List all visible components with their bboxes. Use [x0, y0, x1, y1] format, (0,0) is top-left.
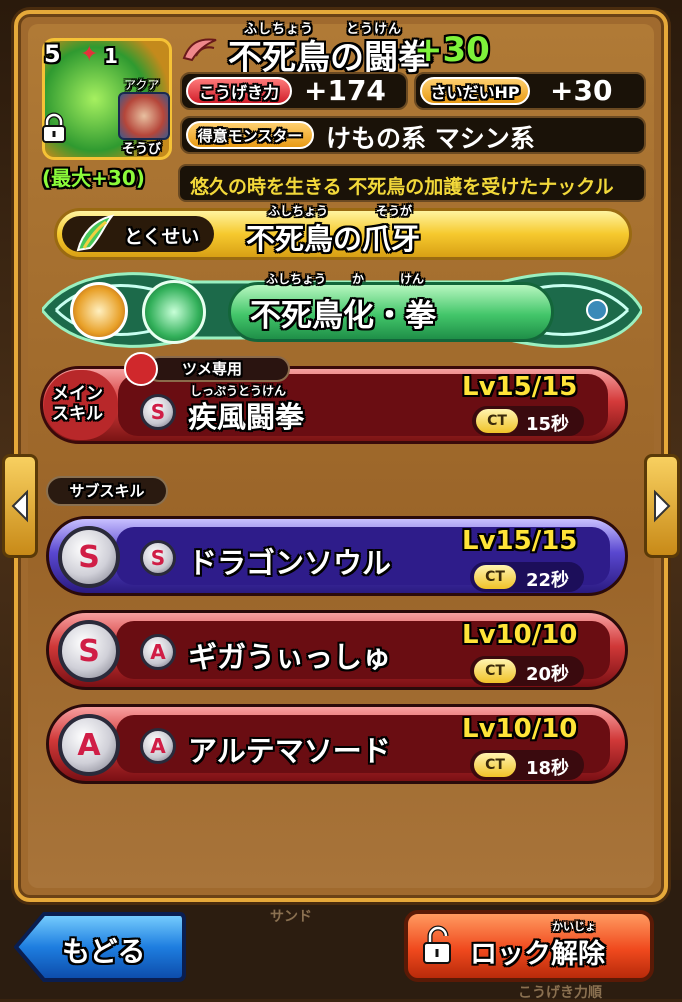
- transform-ruby-3: けん: [400, 272, 425, 286]
- equipped-monster-avatar: [118, 92, 170, 140]
- attack-label: こうげき力: [186, 77, 292, 105]
- sub-skill-level: Lv15/15: [462, 526, 578, 556]
- sub-skill-slot-badge: S: [58, 526, 120, 588]
- sub-skill-ct-value: 22秒: [526, 570, 570, 591]
- hp-label: さいだいHP: [420, 77, 530, 105]
- claw-icon: [182, 38, 217, 62]
- back-button-label: もどる: [62, 935, 146, 968]
- sub-skill-ct-value: 20秒: [526, 664, 570, 685]
- unlock-icon: [423, 925, 451, 964]
- sub-skill-name: ギガうぃっしゅ: [188, 640, 392, 674]
- main-skill-name: 疾風闘拳: [188, 400, 305, 434]
- sub-skill-ct-value: 18秒: [526, 758, 570, 779]
- claw-only-label: ツメ専用: [182, 360, 243, 378]
- trait-name: 不死鳥の爪牙: [246, 222, 421, 256]
- main-skill-ct-value: 15秒: [526, 414, 570, 435]
- item-stars: 1: [104, 44, 118, 68]
- phoenix-emblem-icon: [142, 280, 206, 344]
- lock-icon: [42, 112, 66, 143]
- sub-skill-ct-label: CT: [474, 565, 516, 589]
- transform-ruby-1: ふしちょう: [266, 272, 327, 286]
- transform-name: 不死鳥化・拳: [250, 298, 436, 334]
- equip-label: そうび: [122, 142, 162, 157]
- sub-skill-ct-label: CT: [474, 753, 516, 777]
- monster-label: 得意モンスター: [186, 121, 314, 149]
- item-plus: +30: [414, 30, 490, 70]
- feather-icon: [76, 214, 115, 252]
- sub-skill-slot-badge: A: [58, 714, 120, 776]
- sub-skills-label: サブスキル: [46, 476, 168, 506]
- unlock-button-label: ロック解除: [470, 939, 605, 970]
- sub-skill-level: Lv10/10: [462, 714, 578, 744]
- claw-tag-icon: [124, 352, 158, 386]
- transform-ruby-2: か: [352, 272, 365, 286]
- main-skill-label: メイン スキル: [52, 384, 103, 424]
- next-item-button[interactable]: [644, 454, 680, 558]
- monster-value: けもの系 マシン系: [326, 124, 535, 153]
- attribute-label: アクア: [124, 78, 160, 92]
- chevron-right-icon: [654, 489, 671, 523]
- main-skill-rank-badge: S: [140, 394, 176, 430]
- star-icon: ✦: [80, 42, 99, 67]
- sub-skill-level: Lv10/10: [462, 620, 578, 650]
- sub-skill-name: ドラゴンソウル: [188, 546, 392, 580]
- chevron-left-icon: [11, 489, 28, 523]
- main-skill-ct-label: CT: [476, 409, 518, 433]
- background-text-sand: サンド: [270, 909, 312, 925]
- sub-skill-slot-badge: S: [58, 620, 120, 682]
- trait-tag-label: とくせい: [124, 226, 200, 248]
- attack-value: +174: [304, 74, 386, 107]
- item-description: 悠久の時を生きる 不死鳥の加護を受けたナックル: [178, 164, 646, 202]
- max-bonus-label: (最大+30): [42, 166, 145, 190]
- item-level: 5: [44, 40, 61, 68]
- sub-skill-rank-badge: A: [140, 634, 176, 670]
- main-skill-label-line1: メイン: [52, 384, 103, 404]
- main-skill-level: Lv15/15: [462, 372, 578, 402]
- hp-value: +30: [550, 74, 613, 107]
- sub-skill-rank-badge: S: [140, 540, 176, 576]
- main-skill-label-line2: スキル: [52, 404, 103, 424]
- prev-item-button[interactable]: [2, 454, 38, 558]
- sub-skill-name: アルテマソード: [188, 734, 391, 768]
- trait-emblem-icon: [70, 282, 128, 340]
- sub-skill-rank-badge: A: [140, 728, 176, 764]
- background-text-sort: こうげき力順: [518, 985, 602, 1001]
- sub-skill-ct-label: CT: [474, 659, 516, 683]
